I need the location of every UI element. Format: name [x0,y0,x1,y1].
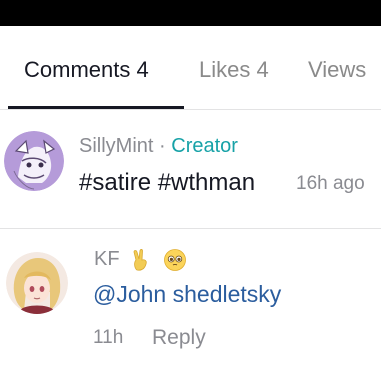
comment-text: #satire #wthman [79,169,256,196]
mention-link[interactable]: @John shedletsky [93,279,281,309]
separator-dot: · [159,135,166,157]
comment-timestamp: 16h ago [296,173,365,194]
status-bar-backdrop [0,0,381,26]
pleading-face-emoji-icon [163,248,187,272]
avatar-sillymint[interactable] [4,131,64,191]
tab-comments[interactable]: Comments 4 [24,56,149,84]
tab-likes[interactable]: Likes 4 [199,56,269,84]
victory-hand-emoji-icon [129,248,153,272]
username[interactable]: KF [94,248,120,270]
anime-girl-avatar-icon [6,252,68,314]
comment-header-kf: KF [94,247,187,272]
reply-button[interactable]: Reply [152,326,206,350]
tabs-divider [0,109,381,110]
tab-views[interactable]: Views [308,56,366,84]
avatar-kf[interactable] [6,252,68,314]
purple-sketch-avatar-icon [4,131,64,191]
comment-header-sillymint: SillyMint · Creator [79,134,238,158]
comment-divider [0,228,381,229]
comment-timestamp: 11h [93,327,124,348]
creator-badge: Creator [171,135,238,157]
tab-bar: Comments 4 Likes 4 Views [0,26,381,110]
username[interactable]: SillyMint [79,135,153,157]
